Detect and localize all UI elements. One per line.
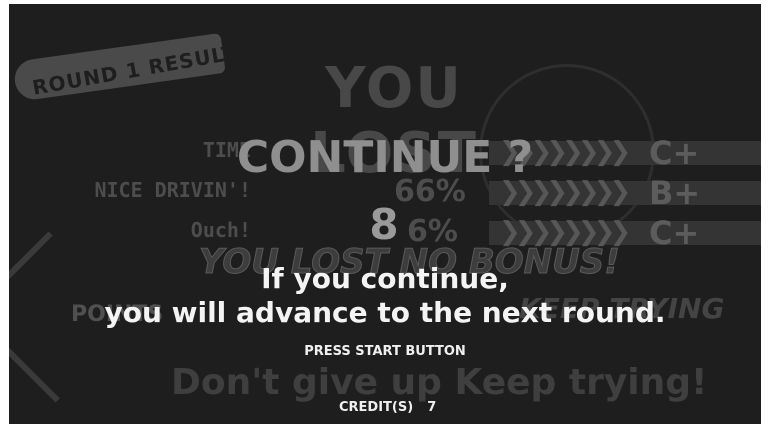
credit-display: CREDIT(S) 7 — [339, 400, 436, 415]
continue-prompt: CONTINUE ? 8 If you continue, you will a… — [9, 4, 761, 424]
continue-countdown: 8 — [369, 200, 399, 249]
press-start-prompt[interactable]: PRESS START BUTTON — [9, 344, 761, 359]
credit-label: CREDIT(S) — [339, 400, 414, 415]
game-screen: ROUND 1 RESULT YOU LOST TIME ❯❯❯❯❯❯❯❯ C+… — [9, 4, 761, 424]
continue-message-line1: If you continue, — [261, 262, 509, 295]
continue-title: CONTINUE ? — [236, 132, 534, 183]
continue-message-line2: you will advance to the next round. — [104, 296, 666, 329]
credit-value: 7 — [427, 400, 437, 415]
